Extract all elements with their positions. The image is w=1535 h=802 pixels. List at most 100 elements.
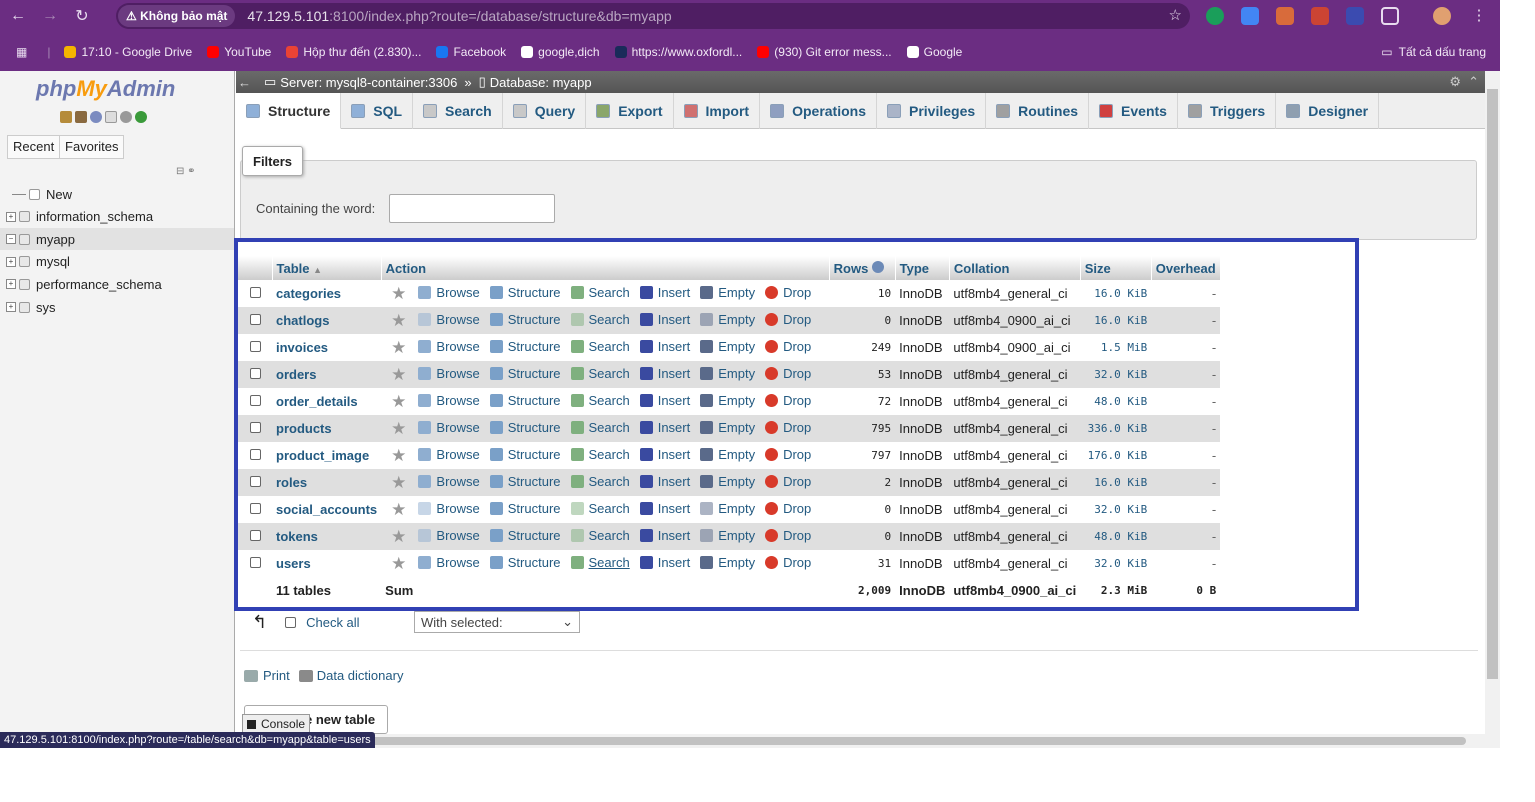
drop-action[interactable]: Drop: [765, 528, 811, 543]
table-size-link[interactable]: 48.0 KiB: [1080, 523, 1152, 550]
table-size-link[interactable]: 16.0 KiB: [1080, 280, 1152, 307]
docs-icon[interactable]: [105, 111, 117, 123]
insert-action[interactable]: Insert: [639, 339, 690, 354]
forward-icon[interactable]: →: [36, 7, 64, 25]
back-arrow-icon[interactable]: ←: [238, 75, 252, 90]
header-type[interactable]: Type: [895, 256, 950, 280]
extension-icon[interactable]: [1311, 7, 1329, 25]
tree-item-database[interactable]: + performance_schema: [0, 273, 234, 295]
browse-action[interactable]: Browse: [418, 474, 480, 489]
all-bookmarks[interactable]: ▭ Tất cả dấu trang: [1381, 45, 1486, 59]
table-name-link[interactable]: users: [276, 556, 311, 571]
insert-action[interactable]: Insert: [639, 366, 690, 381]
tree-item-database[interactable]: + mysql: [0, 251, 234, 273]
table-name-link[interactable]: roles: [276, 475, 307, 490]
extensions-puzzle-icon[interactable]: [1381, 7, 1399, 25]
favorite-star-icon[interactable]: ★: [391, 365, 406, 384]
drop-action[interactable]: Drop: [765, 555, 811, 570]
address-bar[interactable]: ⚠ Không bảo mật 47.129.5.101:8100/index.…: [116, 3, 1190, 29]
favorite-star-icon[interactable]: ★: [391, 284, 406, 303]
row-checkbox[interactable]: [249, 341, 261, 352]
back-icon[interactable]: ←: [4, 7, 32, 25]
bookmark-item[interactable]: Hộp thư đến (2.830)...: [286, 45, 421, 59]
drop-action[interactable]: Drop: [765, 393, 811, 408]
search-action[interactable]: Search: [570, 528, 630, 543]
table-size-link[interactable]: 176.0 KiB: [1080, 442, 1152, 469]
browse-action[interactable]: Browse: [418, 312, 480, 327]
insert-action[interactable]: Insert: [639, 555, 690, 570]
home-icon[interactable]: [60, 111, 72, 123]
browse-action[interactable]: Browse: [418, 420, 480, 435]
reload-nav-icon[interactable]: [135, 111, 147, 123]
favorite-star-icon[interactable]: ★: [391, 392, 406, 411]
expand-icon[interactable]: +: [6, 211, 16, 222]
table-name-link[interactable]: product_image: [276, 448, 369, 463]
table-name-link[interactable]: chatlogs: [276, 313, 329, 328]
drop-action[interactable]: Drop: [765, 501, 811, 516]
tab-export[interactable]: Export: [586, 93, 674, 129]
drop-action[interactable]: Drop: [765, 366, 811, 381]
row-checkbox[interactable]: [249, 476, 261, 487]
scrollbar-thumb[interactable]: [236, 737, 1466, 745]
favorite-star-icon[interactable]: ★: [391, 527, 406, 546]
header-rows[interactable]: Rows: [829, 256, 896, 280]
table-size-link[interactable]: 16.0 KiB: [1080, 469, 1152, 496]
collapse-link-icons[interactable]: ⊟ ⚭: [176, 166, 196, 177]
data-dictionary-link[interactable]: Data dictionary: [317, 668, 404, 683]
empty-action[interactable]: Empty: [700, 474, 755, 489]
scrollbar-thumb[interactable]: [1487, 89, 1498, 679]
favorite-star-icon[interactable]: ★: [391, 554, 406, 573]
expand-icon[interactable]: +: [6, 256, 16, 267]
tab-routines[interactable]: Routines: [986, 93, 1090, 129]
grammarly-extension-icon[interactable]: [1206, 7, 1224, 25]
breadcrumb-database[interactable]: Database: myapp: [490, 75, 592, 90]
structure-action[interactable]: Structure: [489, 555, 561, 570]
tree-item-database[interactable]: + information_schema: [0, 206, 234, 228]
row-checkbox[interactable]: [249, 314, 261, 325]
browse-action[interactable]: Browse: [418, 447, 480, 462]
browser-menu-icon[interactable]: ⋮: [1470, 7, 1488, 25]
drop-action[interactable]: Drop: [765, 420, 811, 435]
browse-action[interactable]: Browse: [418, 366, 480, 381]
browse-action[interactable]: Browse: [418, 555, 480, 570]
structure-action[interactable]: Structure: [489, 312, 561, 327]
structure-action[interactable]: Structure: [489, 285, 561, 300]
with-selected-select[interactable]: With selected: ⌄: [414, 611, 580, 633]
favorite-star-icon[interactable]: ★: [391, 500, 406, 519]
insert-action[interactable]: Insert: [639, 501, 690, 516]
tree-item-database[interactable]: − myapp: [0, 228, 234, 251]
drop-action[interactable]: Drop: [765, 339, 811, 354]
table-size-link[interactable]: 48.0 KiB: [1080, 388, 1152, 415]
help-icon[interactable]: [90, 111, 102, 123]
tab-structure[interactable]: Structure: [236, 93, 342, 129]
extension-icon[interactable]: [1346, 7, 1364, 25]
tab-recent[interactable]: Recent: [7, 135, 61, 159]
row-checkbox[interactable]: [249, 449, 261, 460]
tab-events[interactable]: Events: [1089, 93, 1178, 129]
expand-icon[interactable]: +: [6, 279, 16, 290]
empty-action[interactable]: Empty: [700, 447, 755, 462]
empty-action[interactable]: Empty: [700, 420, 755, 435]
tab-sql[interactable]: SQL: [341, 93, 414, 129]
tab-favorites[interactable]: Favorites: [59, 135, 125, 159]
bookmark-item[interactable]: https://www.oxfordl...: [614, 45, 742, 59]
collapse-icon[interactable]: ⌃: [1468, 74, 1479, 90]
exit-icon[interactable]: [75, 111, 87, 123]
row-checkbox[interactable]: [249, 422, 261, 433]
bookmark-star-icon[interactable]: ☆: [1169, 6, 1182, 24]
console-toggle[interactable]: Console: [242, 714, 311, 734]
tree-item-new[interactable]: New: [0, 183, 234, 205]
search-action[interactable]: Search: [570, 555, 630, 570]
table-name-link[interactable]: categories: [276, 286, 341, 301]
filter-input[interactable]: [389, 194, 555, 223]
search-action[interactable]: Search: [570, 366, 630, 381]
insert-action[interactable]: Insert: [639, 312, 690, 327]
profile-avatar[interactable]: [1433, 7, 1451, 25]
row-checkbox[interactable]: [249, 503, 261, 514]
row-checkbox[interactable]: [249, 557, 261, 568]
tab-operations[interactable]: Operations: [760, 93, 877, 129]
table-size-link[interactable]: 16.0 KiB: [1080, 307, 1152, 334]
header-size[interactable]: Size: [1080, 256, 1152, 280]
structure-action[interactable]: Structure: [489, 393, 561, 408]
insert-action[interactable]: Insert: [639, 285, 690, 300]
